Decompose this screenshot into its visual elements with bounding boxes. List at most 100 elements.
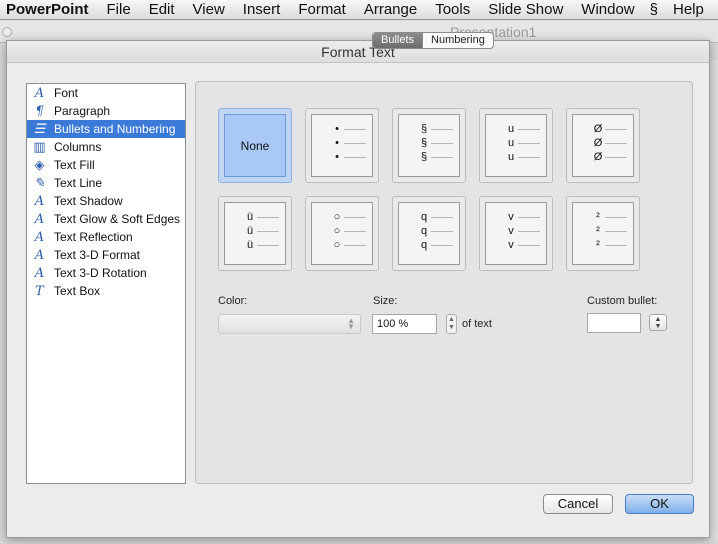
bullet-glyph: ²	[596, 211, 600, 223]
size-suffix-label: of text	[462, 318, 492, 330]
size-label: Size:	[373, 295, 398, 307]
bullet-glyph: q	[420, 211, 428, 223]
bullet-text-line	[518, 230, 540, 232]
sidebar-item-label: Text Glow & Soft Edges	[54, 212, 181, 226]
sidebar-item-paragraph[interactable]: ¶ Paragraph	[27, 102, 185, 120]
bullet-style-option[interactable]: ○ ○ ○	[305, 196, 379, 271]
menu-app-powerpoint[interactable]: PowerPoint	[0, 1, 98, 18]
sidebar-item-columns[interactable]: ▥ Columns	[27, 138, 185, 156]
bullet-glyph: ü	[246, 225, 254, 237]
cancel-button[interactable]: Cancel	[543, 494, 613, 514]
bullet-text-line	[605, 156, 627, 158]
bullet-style-option[interactable]: None	[218, 108, 292, 183]
color-dropdown[interactable]: ▲ ▼	[218, 314, 361, 334]
pencil-icon: ✎	[34, 175, 45, 191]
custom-bullet-dropdown-button[interactable]: ▲ ▼	[649, 314, 667, 331]
bullet-style-option[interactable]: ØØØ	[566, 108, 640, 183]
color-label: Color:	[218, 295, 248, 307]
sidebar-item-text-shadow[interactable]: A Text Shadow	[27, 192, 185, 210]
bullet-preview-line: v	[506, 238, 540, 252]
bullet-preview-line: Ø	[593, 122, 627, 136]
bullets-icon: ☰	[33, 121, 46, 137]
sidebar-item-text-box[interactable]: T Text Box	[27, 282, 185, 300]
bullet-text-line	[257, 244, 279, 246]
bullet-preview-line: ²	[593, 238, 627, 252]
bullet-style-option[interactable]: • • •	[305, 108, 379, 183]
bullet-style-option[interactable]: ² ² ²	[566, 196, 640, 271]
bullet-text-line	[605, 142, 627, 144]
bullet-text-line	[605, 128, 627, 130]
bullet-preview-line: Ø	[593, 136, 627, 150]
bullet-preview-line: •	[332, 150, 366, 164]
menu-bar: PowerPoint File Edit View Insert Format …	[0, 0, 718, 20]
sidebar-item-label: Text Reflection	[54, 230, 133, 244]
menu-edit[interactable]: Edit	[140, 1, 184, 18]
sidebar-item-text-reflection[interactable]: A Text Reflection	[27, 228, 185, 246]
paint-bucket-icon: ◈	[34, 157, 45, 173]
bullet-glyph: q	[420, 239, 428, 251]
bullet-glyph: u	[507, 151, 515, 163]
sidebar-item-label: Text 3-D Format	[54, 248, 141, 262]
sidebar-item-text-3-d-rotation[interactable]: A Text 3-D Rotation	[27, 264, 185, 282]
menu-format[interactable]: Format	[289, 1, 355, 18]
bullet-preview: qqq	[398, 202, 460, 265]
menu-tools[interactable]: Tools	[426, 1, 479, 18]
bullet-text-line	[431, 244, 453, 246]
size-stepper[interactable]: ▲ ▼	[446, 314, 457, 334]
text-shadow-icon: A	[34, 193, 45, 209]
tab-numbering[interactable]: Numbering	[422, 33, 493, 48]
bullet-preview: vvv	[485, 202, 547, 265]
tab-bullets[interactable]: Bullets	[373, 33, 423, 48]
bullet-style-option[interactable]: § § §	[392, 108, 466, 183]
menu-slide-show[interactable]: Slide Show	[479, 1, 572, 18]
bullet-text-line	[431, 216, 453, 218]
sidebar-item-text-line[interactable]: ✎ Text Line	[27, 174, 185, 192]
ok-button[interactable]: OK	[625, 494, 694, 514]
font-icon: A	[34, 85, 45, 101]
bullet-glyph: Ø	[593, 137, 603, 149]
bullet-preview: ØØØ	[572, 114, 634, 177]
bullet-preview: üüü	[224, 202, 286, 265]
bullet-preview: None	[224, 114, 286, 177]
sidebar-item-label: Text Box	[54, 284, 101, 298]
sidebar-item-text-fill[interactable]: ◈ Text Fill	[27, 156, 185, 174]
bullet-glyph: q	[420, 225, 428, 237]
bullet-glyph: ○	[333, 239, 341, 251]
size-input[interactable]: 100 %	[372, 314, 437, 334]
sidebar-item-label: Text Line	[54, 176, 103, 190]
bullet-text-line	[257, 230, 279, 232]
bullet-style-option[interactable]: üüü	[218, 196, 292, 271]
bullet-text-line	[431, 128, 453, 130]
bullet-preview-line: ü	[245, 224, 279, 238]
menu-window[interactable]: Window	[572, 1, 643, 18]
sidebar-item-font[interactable]: A Font	[27, 84, 185, 102]
sidebar-item-text-3-d-format[interactable]: A Text 3-D Format	[27, 246, 185, 264]
bullet-glyph: ü	[246, 211, 254, 223]
bullet-style-option[interactable]: qqq	[392, 196, 466, 271]
script-menu-icon[interactable]: §	[644, 1, 664, 18]
paragraph-icon: ¶	[35, 103, 44, 119]
menu-arrange[interactable]: Arrange	[355, 1, 426, 18]
sidebar-item-bullets-and-numbering[interactable]: ☰ Bullets and Numbering	[27, 120, 185, 138]
menu-help[interactable]: Help	[664, 1, 713, 18]
text-3d-rotation-icon: A	[34, 265, 45, 281]
bullet-text-line	[344, 216, 366, 218]
sidebar-item-label: Bullets and Numbering	[54, 122, 176, 136]
menu-file[interactable]: File	[98, 1, 140, 18]
sidebar-item-text-glow-soft-edges[interactable]: A Text Glow & Soft Edges	[27, 210, 185, 228]
sidebar-item-label: Font	[54, 86, 79, 100]
bullet-preview-line: ü	[245, 210, 279, 224]
text-box-icon: T	[35, 283, 44, 299]
window-control-icon	[2, 27, 12, 37]
custom-bullet-field[interactable]	[587, 313, 641, 333]
bullet-style-option[interactable]: vvv	[479, 196, 553, 271]
menu-insert[interactable]: Insert	[234, 1, 290, 18]
bullet-preview-line: ü	[245, 238, 279, 252]
bullet-text-line	[344, 244, 366, 246]
bullet-preview: ² ² ²	[572, 202, 634, 265]
menu-view[interactable]: View	[184, 1, 234, 18]
bullet-style-option[interactable]: uuu	[479, 108, 553, 183]
bullet-glyph: v	[508, 225, 514, 237]
bullet-preview-line: ²	[593, 224, 627, 238]
bullet-glyph: ○	[333, 225, 341, 237]
